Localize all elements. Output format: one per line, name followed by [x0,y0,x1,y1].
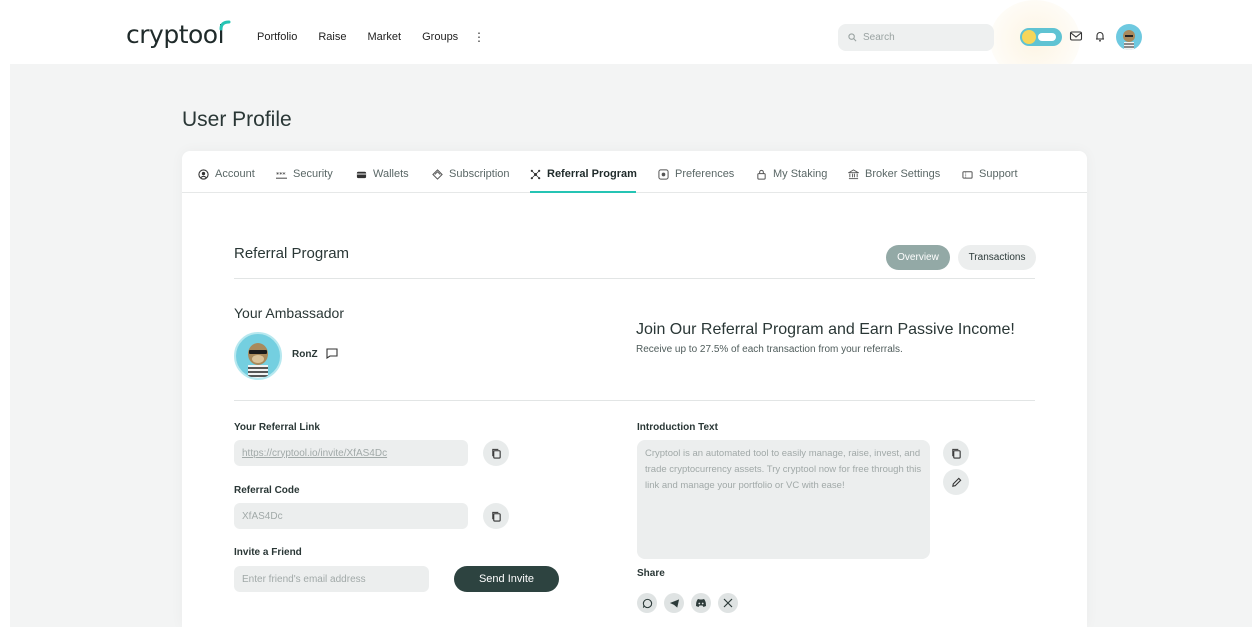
discord-icon[interactable] [691,593,711,613]
nav-raise[interactable]: Raise [318,31,346,43]
copy-code-button[interactable] [483,503,509,529]
tab-subscription[interactable]: Subscription [432,168,510,180]
whatsapp-icon[interactable] [637,593,657,613]
tab-wallets[interactable]: Wallets [356,168,409,180]
password-icon: *** [276,170,287,179]
referral-link-label: Your Referral Link [234,422,320,433]
tab-support-label: Support [979,168,1018,180]
tab-referral-program-label: Referral Program [547,168,637,180]
copy-icon [951,448,961,459]
ambassador-name: RonZ [292,349,318,360]
nav-groups[interactable]: Groups [422,31,458,43]
tab-referral-program[interactable]: Referral Program [530,168,637,180]
chat-icon[interactable] [326,348,338,359]
ape-avatar-icon [248,343,268,378]
profile-card: Account *** Security Wallets Subscriptio… [182,151,1087,627]
copy-icon [491,448,501,459]
referral-code-field[interactable]: XfAS4Dc [234,503,468,529]
logo-mark-icon [219,20,231,31]
edit-intro-button[interactable] [943,469,969,495]
tab-account[interactable]: Account [198,168,255,180]
page-title: User Profile [182,108,292,131]
section-title: Referral Program [234,245,350,262]
ape-avatar-icon [1123,30,1135,50]
tab-my-staking[interactable]: My Staking [756,168,827,180]
pencil-icon [951,477,961,487]
user-circle-icon [198,168,209,180]
bank-icon [848,168,859,179]
x-icon[interactable] [718,593,738,613]
copy-intro-button[interactable] [943,440,969,466]
section-divider [234,400,1035,401]
lock-icon [757,169,766,180]
tab-broker-settings-label: Broker Settings [865,168,941,180]
send-invite-button[interactable]: Send Invite [454,566,559,592]
ticket-icon [962,170,973,179]
referral-code-label: Referral Code [234,485,300,496]
referral-link-field[interactable]: https://cryptool.io/invite/XfAS4Dc [234,440,468,466]
nav-more-icon[interactable]: ⋮ [473,30,485,44]
search-icon [848,33,857,42]
network-icon [530,169,541,179]
diamond-icon [432,168,443,180]
join-title: Join Our Referral Program and Earn Passi… [636,321,1015,338]
bell-icon[interactable] [1093,29,1107,43]
overview-button[interactable]: Overview [886,245,950,270]
tab-account-label: Account [215,168,255,180]
top-navigation-bar: cryptool Portfolio Raise Market Groups ⋮… [0,0,1252,80]
tab-preferences-label: Preferences [675,168,735,180]
theme-toggle[interactable] [1020,28,1062,46]
intro-text-label: Introduction Text [637,422,718,433]
intro-text-area[interactable]: Cryptool is an automated tool to easily … [637,440,930,559]
share-label: Share [637,568,665,579]
copy-icon [491,511,501,522]
cloud-icon [1038,33,1056,41]
sun-icon [1022,30,1036,44]
tab-security[interactable]: *** Security [276,168,333,180]
invite-friend-label: Invite a Friend [234,547,302,558]
tab-support[interactable]: Support [962,168,1018,180]
profile-tabs: Account *** Security Wallets Subscriptio… [182,151,1087,193]
copy-link-button[interactable] [483,440,509,466]
main-nav: Portfolio Raise Market Groups [257,31,458,43]
logo[interactable]: cryptool [126,20,225,49]
nav-market[interactable]: Market [367,31,401,43]
nav-portfolio[interactable]: Portfolio [257,31,297,43]
share-icons [637,593,738,613]
user-avatar[interactable] [1116,24,1142,50]
ambassador-avatar [234,332,282,380]
tab-my-staking-label: My Staking [773,168,828,180]
wallet-icon [356,171,367,178]
tab-security-label: Security [293,168,333,180]
ambassador-title: Your Ambassador [234,305,344,321]
mail-icon[interactable] [1069,29,1083,43]
tab-subscription-label: Subscription [449,168,510,180]
tab-broker-settings[interactable]: Broker Settings [848,168,940,180]
tab-wallets-label: Wallets [373,168,409,180]
search-input[interactable]: Search [838,24,994,51]
search-placeholder: Search [863,32,895,43]
tab-preferences[interactable]: Preferences [658,168,734,180]
active-tab-indicator [530,191,636,193]
section-divider [234,278,1035,279]
join-subtitle: Receive up to 27.5% of each transaction … [636,344,903,355]
invite-email-input[interactable]: Enter friend's email address [234,566,429,592]
svg-text:***: *** [276,170,286,178]
telegram-icon[interactable] [664,593,684,613]
transactions-button[interactable]: Transactions [958,245,1036,270]
settings-square-icon [658,168,669,180]
